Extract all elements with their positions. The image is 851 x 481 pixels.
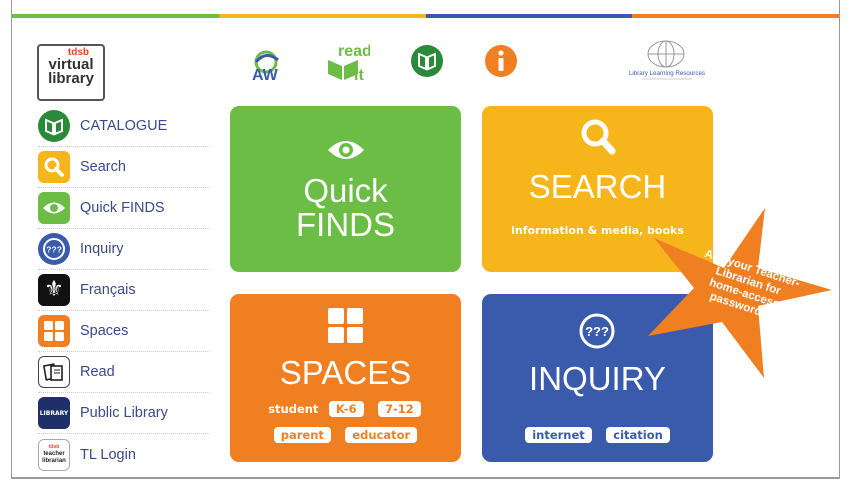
library-learning-resources-logo[interactable]: Library Learning Resources bbox=[622, 40, 712, 86]
spaces-grid-icon bbox=[38, 315, 70, 347]
sidebar-item-label: TL Login bbox=[80, 446, 136, 463]
educator-button[interactable]: educator bbox=[345, 427, 418, 443]
search-icon bbox=[38, 151, 70, 183]
read-it-icon[interactable]: read it bbox=[324, 42, 372, 84]
inquiry-icon: ??? bbox=[38, 233, 70, 265]
sidebar-item-label: Read bbox=[80, 364, 115, 380]
tl-icon-line-3: librarian bbox=[42, 458, 66, 464]
citation-button[interactable]: citation bbox=[606, 427, 670, 443]
sidebar-item-spaces[interactable]: Spaces bbox=[38, 311, 210, 352]
grade-7-12-button[interactable]: 7-12 bbox=[378, 401, 421, 417]
aw-icon[interactable]: AW bbox=[248, 48, 288, 84]
sidebar-item-label: Public Library bbox=[80, 405, 168, 421]
spaces-title: SPACES bbox=[279, 354, 412, 391]
sidebar-item-read[interactable]: Read bbox=[38, 352, 210, 393]
logo-line-2: library bbox=[48, 70, 94, 87]
color-bar-orange bbox=[632, 14, 839, 18]
inquiry-icon: ??? bbox=[578, 312, 616, 355]
sidebar-item-label: Quick FINDS bbox=[80, 200, 165, 216]
fleur-de-lis-icon: ⚜ bbox=[38, 274, 70, 306]
catalogue-book-icon bbox=[38, 110, 70, 142]
student-label: student bbox=[268, 402, 319, 416]
public-library-icon-text: LIBRARY bbox=[39, 409, 69, 417]
internet-button[interactable]: internet bbox=[525, 427, 592, 443]
k6-button[interactable]: K-6 bbox=[328, 401, 364, 417]
inquiry-icon-text: ??? bbox=[585, 324, 609, 339]
sidebar-item-search[interactable]: Search bbox=[38, 147, 210, 188]
spaces-grid-icon bbox=[328, 308, 364, 349]
parent-button[interactable]: parent bbox=[273, 427, 331, 443]
quick-finds-title-2: FINDS bbox=[296, 206, 395, 243]
color-bar-yellow bbox=[218, 14, 426, 18]
sidebar-item-label: Spaces bbox=[80, 323, 129, 339]
sidebar-item-label: Inquiry bbox=[80, 241, 124, 257]
virtual-library-logo[interactable]: tdsb virtual library bbox=[37, 44, 105, 101]
svg-text:???: ??? bbox=[46, 245, 62, 255]
search-icon bbox=[580, 118, 616, 163]
tl-icon-line-2: teacher bbox=[43, 451, 65, 457]
llr-text: Library Learning Resources bbox=[629, 70, 705, 77]
color-bar-blue bbox=[425, 14, 633, 18]
sidebar-item-francais[interactable]: ⚜ Français bbox=[38, 270, 210, 311]
sidebar-item-inquiry[interactable]: ??? Inquiry bbox=[38, 229, 210, 270]
sidebar-item-label: CATALOGUE bbox=[80, 118, 168, 134]
public-library-icon: LIBRARY bbox=[38, 397, 70, 429]
eye-icon bbox=[38, 192, 70, 224]
teacher-librarian-icon: tdsb teacher librarian bbox=[38, 438, 70, 471]
svg-text:it: it bbox=[354, 67, 364, 84]
info-icon[interactable] bbox=[484, 44, 518, 83]
tl-icon-line-1: tdsb bbox=[48, 444, 60, 450]
svg-text:read: read bbox=[338, 43, 370, 60]
sidebar-item-label: Search bbox=[80, 159, 126, 175]
top-icon-bar: AW read it Library Learning Resources bbox=[240, 40, 720, 90]
color-bar bbox=[12, 14, 839, 18]
books-icon bbox=[38, 356, 70, 388]
catalogue-book-icon[interactable] bbox=[410, 44, 444, 83]
quick-finds-title-1: Quick bbox=[303, 172, 388, 209]
quick-finds-tile[interactable]: Quick FINDS bbox=[230, 106, 461, 272]
sidebar-item-public-library[interactable]: LIBRARY Public Library bbox=[38, 393, 210, 434]
color-bar-green bbox=[12, 14, 219, 18]
spaces-tile[interactable]: SPACES student K-6 7-12 parent educator bbox=[230, 294, 461, 462]
eye-icon bbox=[326, 137, 366, 168]
sidebar-item-catalogue[interactable]: CATALOGUE bbox=[38, 106, 210, 147]
sidebar-item-tl-login[interactable]: tdsb teacher librarian TL Login bbox=[38, 434, 210, 475]
sidebar-item-quick-finds[interactable]: Quick FINDS bbox=[38, 188, 210, 229]
svg-text:AW: AW bbox=[252, 67, 279, 84]
sidebar: CATALOGUE Search Quick FINDS ??? Inquiry bbox=[38, 106, 210, 475]
sidebar-item-label: Français bbox=[80, 282, 136, 298]
